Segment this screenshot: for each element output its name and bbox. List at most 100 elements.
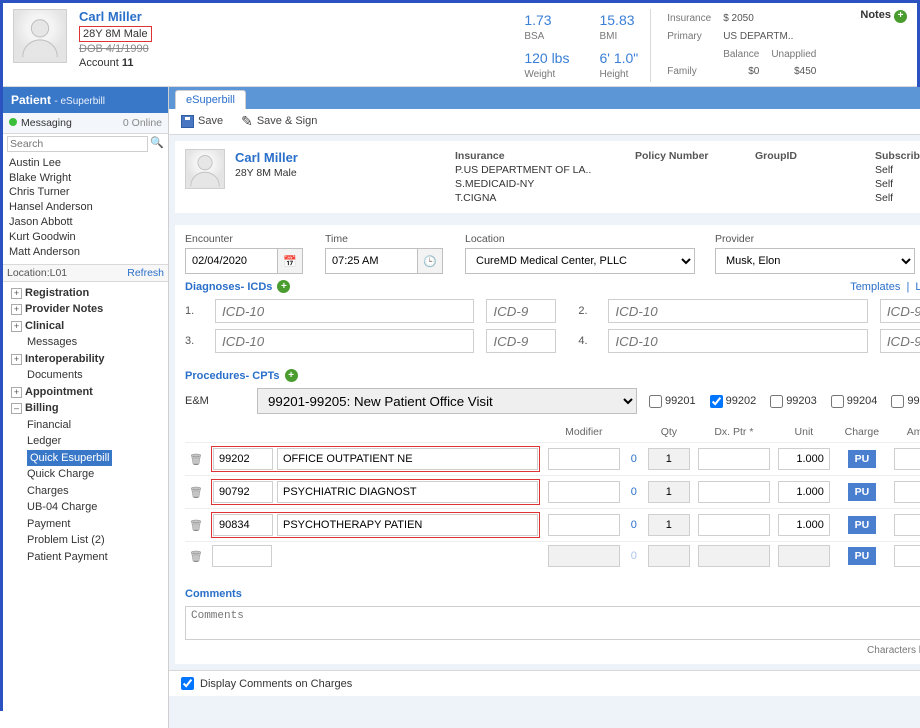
tree-payment[interactable]: Payment xyxy=(5,516,166,533)
search-icon[interactable]: 🔍 xyxy=(148,136,166,152)
chk-99201[interactable]: 99201 xyxy=(649,395,696,408)
provider-select[interactable]: Musk, Elon xyxy=(715,248,915,274)
icd9-input[interactable] xyxy=(486,329,556,353)
chk-99202[interactable]: 99202 xyxy=(710,395,757,408)
cpt-code-input[interactable] xyxy=(213,481,273,503)
search-input[interactable] xyxy=(7,136,148,152)
expand-icon[interactable]: + xyxy=(11,288,22,299)
pu-button[interactable]: PU xyxy=(848,516,877,534)
pu-button[interactable]: PU xyxy=(848,450,877,468)
icd10-input[interactable] xyxy=(215,329,474,353)
list-item[interactable]: Austin Lee xyxy=(9,156,162,171)
tree-registration[interactable]: Registration xyxy=(25,287,89,299)
icd9-input[interactable] xyxy=(486,299,556,323)
icd10-input[interactable] xyxy=(608,299,867,323)
tree-charges[interactable]: Charges xyxy=(5,483,166,500)
cpt-code-input[interactable] xyxy=(213,514,273,536)
chk-99203[interactable]: 99203 xyxy=(770,395,817,408)
em-select[interactable]: 99201-99205: New Patient Office Visit xyxy=(257,388,637,414)
card-name-link[interactable]: Carl Miller xyxy=(235,150,298,165)
add-procedure-icon[interactable]: + xyxy=(285,369,298,382)
tab-esuperbill[interactable]: eSuperbill xyxy=(175,90,246,109)
tree-problem-list[interactable]: Problem List (2) xyxy=(5,532,166,549)
qty-input[interactable] xyxy=(648,448,690,470)
list-item[interactable]: Hansel Anderson xyxy=(9,200,162,215)
amount-input[interactable] xyxy=(894,514,920,536)
tree-quick-charge[interactable]: Quick Charge xyxy=(5,466,166,483)
list-item[interactable]: Matt Anderson xyxy=(9,245,162,260)
tree-billing[interactable]: Billing xyxy=(25,402,59,414)
icd9-input[interactable] xyxy=(880,299,920,323)
tree-ub04[interactable]: UB-04 Charge xyxy=(5,499,166,516)
save-button[interactable]: Save xyxy=(181,115,223,128)
tree-messages[interactable]: Messages xyxy=(5,334,166,351)
refresh-link[interactable]: Refresh xyxy=(127,267,164,279)
tree-financial[interactable]: Financial xyxy=(5,417,166,434)
icd10-input[interactable] xyxy=(215,299,474,323)
cpt-desc-input[interactable] xyxy=(277,481,538,503)
trash-icon[interactable]: 🗑 xyxy=(189,487,203,499)
expand-icon[interactable]: + xyxy=(11,354,22,365)
trash-icon[interactable]: 🗑 xyxy=(189,520,203,532)
icd9-input[interactable] xyxy=(880,329,920,353)
qty-input[interactable] xyxy=(648,514,690,536)
qty-link[interactable]: 0 xyxy=(631,486,637,498)
tree-documents[interactable]: Documents xyxy=(5,367,166,384)
display-comments-checkbox[interactable] xyxy=(181,677,194,690)
patient-name-link[interactable]: Carl Miller xyxy=(79,9,152,26)
cpt-code-input[interactable] xyxy=(213,448,273,470)
unit-input[interactable] xyxy=(778,514,830,536)
clock-icon[interactable]: 🕒 xyxy=(417,248,443,274)
tree-patient-payment[interactable]: Patient Payment xyxy=(5,549,166,566)
list-item[interactable]: Chris Turner xyxy=(9,185,162,200)
add-diagnosis-icon[interactable]: + xyxy=(277,280,290,293)
expand-icon[interactable]: + xyxy=(11,387,22,398)
dxptr-input[interactable] xyxy=(698,448,770,470)
amount-input[interactable] xyxy=(894,448,920,470)
trash-icon[interactable]: 🗑 xyxy=(189,551,203,563)
tree-clinical[interactable]: Clinical xyxy=(25,320,64,332)
chk-99204[interactable]: 99204 xyxy=(831,395,878,408)
list-item[interactable]: Blake Wright xyxy=(9,171,162,186)
messaging-bar[interactable]: Messaging 0 Online xyxy=(3,113,168,134)
last-visit-link[interactable]: Last Visit xyxy=(915,281,920,293)
modifier-input[interactable] xyxy=(548,514,620,536)
dxptr-input[interactable] xyxy=(698,481,770,503)
cpt-code-input[interactable] xyxy=(212,545,272,567)
trash-icon[interactable]: 🗑 xyxy=(189,454,203,466)
qty-input[interactable] xyxy=(648,481,690,503)
icd10-input[interactable] xyxy=(608,329,867,353)
pu-button[interactable]: PU xyxy=(848,483,877,501)
save-sign-button[interactable]: ✎Save & Sign xyxy=(241,113,317,130)
cpt-desc-input[interactable] xyxy=(277,514,538,536)
tree-interoperability[interactable]: Interoperability xyxy=(25,353,104,365)
expand-icon[interactable]: + xyxy=(11,304,22,315)
tree-ledger[interactable]: Ledger xyxy=(5,433,166,450)
modifier-input[interactable] xyxy=(548,448,620,470)
dxptr-input[interactable] xyxy=(698,514,770,536)
comments-textarea[interactable] xyxy=(185,606,920,640)
expand-icon[interactable]: + xyxy=(11,321,22,332)
tree-quick-esuperbill[interactable]: Quick Esuperbill xyxy=(27,450,112,467)
pu-button[interactable]: PU xyxy=(848,547,877,565)
location-select[interactable]: CureMD Medical Center, PLLC xyxy=(465,248,695,274)
calendar-icon[interactable]: 📅 xyxy=(277,248,303,274)
qty-link[interactable]: 0 xyxy=(631,519,637,531)
chk-99205[interactable]: 99205 xyxy=(891,395,920,408)
list-item[interactable]: Kurt Goodwin xyxy=(9,230,162,245)
encounter-date-input[interactable] xyxy=(185,248,277,274)
tree-provider-notes[interactable]: Provider Notes xyxy=(25,303,103,315)
templates-link[interactable]: Templates xyxy=(850,281,900,293)
unit-input[interactable] xyxy=(778,448,830,470)
encounter-time-input[interactable] xyxy=(325,248,417,274)
qty-link[interactable]: 0 xyxy=(631,453,637,465)
collapse-icon[interactable]: – xyxy=(11,403,22,414)
tree-appointment[interactable]: Appointment xyxy=(25,386,93,398)
add-note-icon[interactable]: + xyxy=(894,10,907,23)
modifier-input[interactable] xyxy=(548,481,620,503)
amount-input[interactable] xyxy=(894,545,920,567)
amount-input[interactable] xyxy=(894,481,920,503)
cpt-desc-input[interactable] xyxy=(277,448,538,470)
list-item[interactable]: Jason Abbott xyxy=(9,215,162,230)
unit-input[interactable] xyxy=(778,481,830,503)
